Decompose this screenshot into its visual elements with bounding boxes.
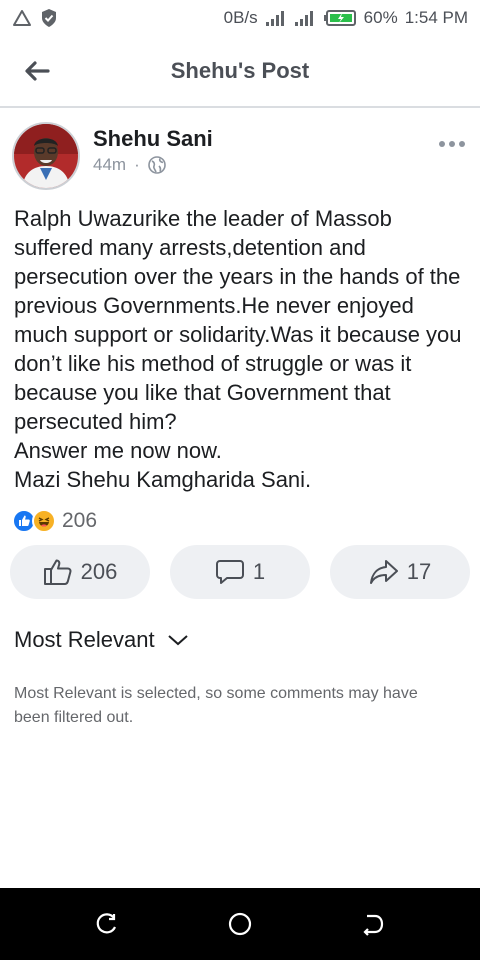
battery-level: 60% [363, 8, 398, 27]
profile-photo [14, 124, 78, 188]
avatar[interactable] [12, 122, 80, 190]
globe-icon [147, 156, 166, 174]
signal-icon [265, 11, 284, 26]
status-bar: 0B/s 60% 1:54 PM [0, 0, 480, 36]
comment-icon [215, 560, 244, 584]
back-nav-button[interactable] [359, 910, 387, 938]
status-right: 0B/s 60% 1:54 PM [224, 8, 468, 28]
recents-button[interactable] [93, 910, 121, 938]
thumbs-up-icon [43, 559, 72, 585]
dot-icon [449, 141, 455, 147]
chevron-down-icon [167, 635, 188, 646]
comment-sort-dropdown[interactable]: Most Relevant [14, 627, 189, 653]
sort-note: Most Relevant is selected, so some comme… [14, 685, 418, 726]
reactions-summary[interactable]: 206 [12, 508, 97, 534]
shield-check-icon [42, 9, 56, 27]
signal-icon-2 [294, 11, 313, 26]
author-name[interactable]: Shehu Sani [93, 126, 213, 152]
dot-icon [459, 141, 465, 147]
network-speed: 0B/s [223, 8, 258, 27]
post-meta: 44m · [93, 155, 166, 175]
share-count: 17 [406, 559, 432, 584]
header: Shehu's Post [0, 36, 480, 108]
reactions-count: 206 [62, 509, 98, 532]
post-time: 44m [93, 155, 127, 174]
battery-charging-icon [323, 10, 356, 26]
page-title: Shehu's Post [170, 58, 310, 83]
dot-icon [439, 141, 445, 147]
warning-icon [13, 10, 31, 26]
clock: 1:54 PM [404, 8, 468, 27]
like-count: 206 [80, 559, 118, 584]
recents-icon [96, 913, 117, 934]
back-nav-icon [363, 914, 384, 936]
like-button[interactable]: 206 [10, 545, 150, 599]
more-options-button[interactable] [436, 136, 468, 152]
share-icon [369, 560, 398, 584]
post-header: Shehu Sani 44m · [12, 122, 468, 192]
share-button[interactable]: 17 [330, 545, 470, 599]
navigation-bar [0, 888, 480, 960]
post-text: Ralph Uwazurike the leader of Massob suf… [14, 206, 462, 492]
meta-separator: · [134, 155, 140, 174]
haha-reaction-icon [32, 509, 56, 533]
status-left [12, 8, 58, 28]
sort-label: Most Relevant [14, 627, 155, 652]
home-circle-icon [228, 912, 252, 936]
comment-button[interactable]: 1 [170, 545, 310, 599]
action-bar: 206 1 17 [10, 545, 470, 599]
home-button[interactable] [226, 910, 254, 938]
comment-count: 1 [252, 559, 266, 584]
